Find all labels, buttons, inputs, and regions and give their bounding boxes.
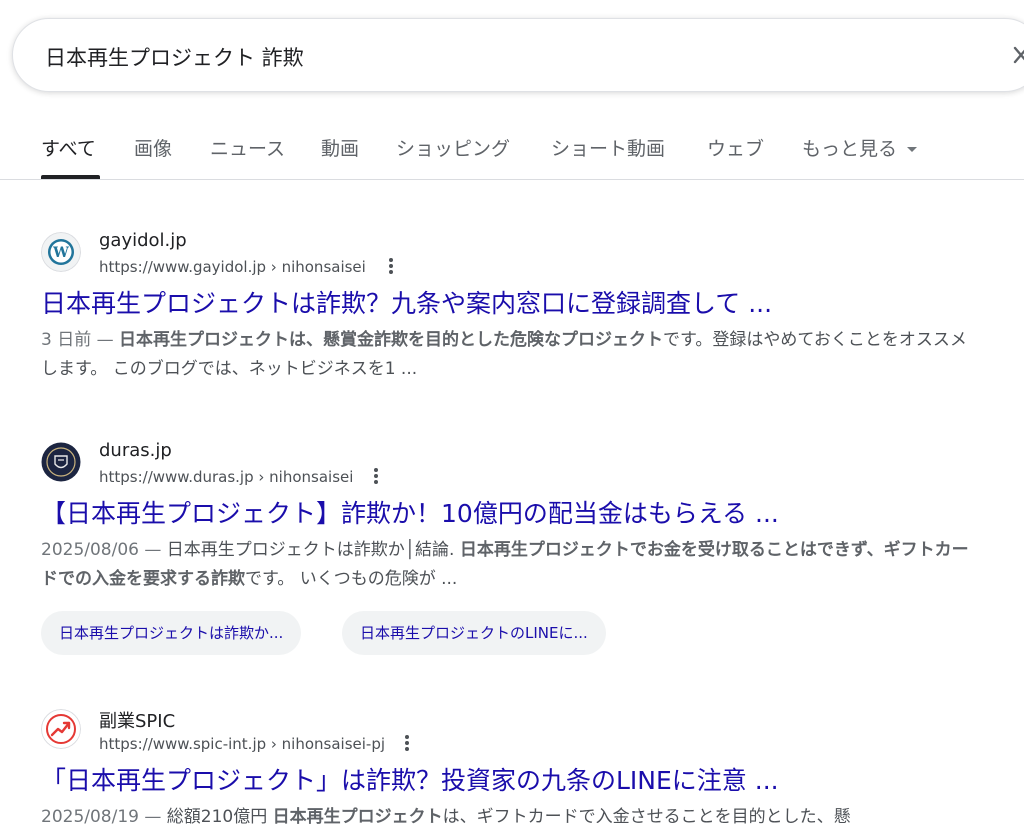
snippet-text: は、ギフトカードで入金させることを目的とした、懸 bbox=[442, 807, 851, 827]
site-name: gayidol.jp bbox=[99, 230, 187, 251]
site-name: 副業SPIC bbox=[99, 711, 176, 732]
svg-text:W: W bbox=[52, 245, 69, 261]
tab-more-label: もっと見る bbox=[802, 138, 898, 160]
more-options-icon[interactable] bbox=[383, 256, 399, 276]
site-name: duras.jp bbox=[99, 440, 172, 461]
tab-short-videos[interactable]: ショート動画 bbox=[551, 134, 665, 161]
wordpress-icon: W bbox=[41, 232, 81, 272]
search-bar[interactable]: 日本再生プロジェクト 詐欺 bbox=[12, 18, 1024, 92]
snippet-text: 日本再生プロジェクト bbox=[272, 807, 443, 827]
more-options-icon[interactable] bbox=[368, 466, 384, 486]
result-snippet: 3 日前 — 日本再生プロジェクトは、懸賞金詐欺を目的とした危険なプロジェクトで… bbox=[41, 326, 981, 384]
snippet-text: 日本再生プロジェクトは、懸賞金詐欺を目的とした危険なプロジェクト bbox=[119, 330, 664, 350]
result-date: 2025/08/19 — bbox=[41, 807, 167, 827]
caret-down-icon bbox=[907, 147, 918, 152]
tab-more[interactable]: もっと見る bbox=[802, 134, 918, 161]
tab-all[interactable]: すべて bbox=[41, 134, 96, 161]
snippet-text: 日本再生プロジェクトは詐欺か│結論. bbox=[166, 540, 460, 560]
result-title-link[interactable]: 【日本再生プロジェクト】詐欺か！10億円の配当金はもらえる ... bbox=[41, 494, 779, 530]
related-chip[interactable]: 日本再生プロジェクトは詐欺か... bbox=[41, 611, 302, 655]
tab-web[interactable]: ウェブ bbox=[707, 134, 764, 161]
site-url[interactable]: https://www.duras.jp › nihonsaisei bbox=[99, 468, 353, 486]
result-snippet: 2025/08/06 — 日本再生プロジェクトは詐欺か│結論. 日本再生プロジェ… bbox=[41, 536, 981, 594]
close-icon[interactable] bbox=[1009, 43, 1024, 67]
tab-shopping[interactable]: ショッピング bbox=[396, 134, 510, 161]
tab-videos[interactable]: 動画 bbox=[321, 134, 359, 161]
trend-arrow-icon bbox=[41, 709, 81, 749]
result-title-link[interactable]: 「日本再生プロジェクト」は詐欺？投資家の九条のLINEに注意 ... bbox=[41, 761, 779, 797]
tab-images[interactable]: 画像 bbox=[134, 134, 172, 161]
search-input[interactable]: 日本再生プロジェクト 詐欺 bbox=[45, 42, 304, 72]
site-url[interactable]: https://www.gayidol.jp › nihonsaisei bbox=[99, 258, 366, 276]
more-options-icon[interactable] bbox=[399, 733, 415, 753]
site-url[interactable]: https://www.spic-int.jp › nihonsaisei-pj bbox=[99, 735, 385, 753]
result-date: 2025/08/06 — bbox=[41, 540, 167, 560]
tabs-divider bbox=[0, 179, 1024, 180]
tab-news[interactable]: ニュース bbox=[210, 134, 285, 161]
snippet-text: 総額210億円 bbox=[166, 807, 273, 827]
snippet-text: です。 いくつもの危険が ... bbox=[245, 569, 458, 589]
result-date: 3 日前 — bbox=[41, 330, 120, 350]
search-tabs: すべて 画像 ニュース 動画 ショッピング ショート動画 ウェブ もっと見る bbox=[0, 126, 1024, 180]
related-chip[interactable]: 日本再生プロジェクトのLINEに... bbox=[342, 611, 606, 655]
result-title-link[interactable]: 日本再生プロジェクトは詐欺？九条や案内窓口に登録調査して ... bbox=[41, 284, 772, 320]
duras-logo-icon bbox=[41, 442, 81, 482]
